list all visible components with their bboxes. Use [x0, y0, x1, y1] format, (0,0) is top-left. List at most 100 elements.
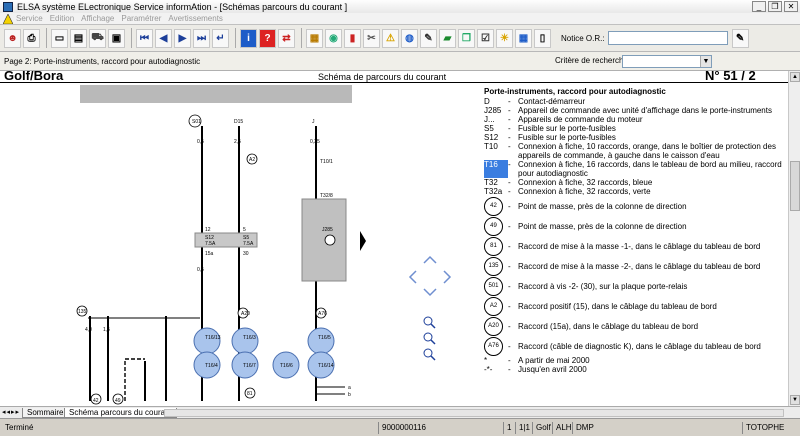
clipboard-icon[interactable]: ▯ [534, 28, 551, 48]
chevron-down-icon[interactable]: ▼ [700, 56, 711, 67]
help-icon[interactable]: ? [259, 28, 276, 48]
status-page: 1 [503, 422, 511, 434]
wire-size-3: 0,35 [310, 139, 320, 145]
scroll-thumb[interactable] [790, 161, 800, 211]
legend-item-selected[interactable]: T16- Connexion à fiche, 16 raccords, dans… [484, 160, 784, 178]
car-icon[interactable]: ⛟ [89, 28, 106, 48]
scroll-up-icon[interactable]: ▲ [790, 72, 800, 82]
menu-service[interactable]: Service [16, 14, 43, 23]
edit-notice-icon[interactable]: ✎ [731, 28, 749, 48]
vehicle-icon[interactable]: ▣ [108, 28, 125, 48]
checklist-icon[interactable]: ☑ [477, 28, 494, 48]
wire-size-5: 4,0 [85, 327, 92, 333]
label-s01: S01 [192, 119, 201, 125]
book-icon[interactable]: ▮ [344, 28, 361, 48]
status-model: Golf [532, 422, 551, 434]
vertical-scrollbar[interactable]: ▲ ▼ [788, 71, 800, 406]
horizontal-scrollbar[interactable] [164, 409, 784, 417]
document-icon[interactable]: ▤ [70, 28, 87, 48]
return-icon[interactable]: ↵ [212, 28, 229, 48]
label-49: 49 [115, 398, 121, 404]
legend-ground-item: A76- Raccord (câble de diagnostic K), dan… [484, 336, 784, 356]
label-j285: J285 [322, 227, 333, 233]
notice-label: Notice O.R.: [561, 33, 605, 43]
zoom-fit-icon[interactable] [423, 348, 436, 361]
next-diagram-arrow-icon[interactable] [360, 231, 366, 251]
label-fuse-s12-rating: 7.5A [205, 241, 216, 247]
zoom-in-icon[interactable] [423, 316, 436, 329]
label-t32-8: T32/8 [320, 193, 333, 199]
page-info: Page 2: Porte-instruments, raccord pour … [4, 56, 201, 66]
label-135: 135 [78, 309, 87, 315]
label-a20: A20 [241, 311, 250, 317]
legend-ground-item: 42- Point de masse, près de la colonne de… [484, 196, 784, 216]
label-t16-5: T16/5 [318, 335, 331, 341]
label-t16-3: T16/3 [243, 335, 256, 341]
zoom-out-icon[interactable] [423, 332, 436, 345]
legend-ground-item: 135- Raccord de mise à la masse -2-, dans… [484, 256, 784, 276]
legend-item: S12- Fusible sur le porte-fusibles [484, 133, 616, 142]
label-fuse-s5-rating: 7.5A [243, 241, 254, 247]
print-icon[interactable]: ⎙ [23, 28, 40, 48]
warning-icon [3, 13, 13, 24]
parts-icon[interactable]: ▦ [306, 28, 323, 48]
user-icon[interactable]: ☻ [4, 28, 21, 48]
notice-input[interactable] [607, 31, 728, 45]
menu-edition[interactable]: Edition [50, 14, 74, 23]
globe-icon[interactable]: ◍ [401, 28, 418, 48]
container-icon[interactable]: ◉ [325, 28, 342, 48]
legend-ground-item: 501- Raccord à vis -2- (30), sur la plaqu… [484, 276, 784, 296]
green-book-icon[interactable]: ▰ [439, 28, 456, 48]
swap-icon[interactable]: ⇄ [278, 28, 295, 48]
menu-avertissements[interactable]: Avertissements [168, 14, 223, 23]
pin-30: 30 [243, 251, 249, 257]
first-page-icon[interactable]: ⏮ [136, 28, 153, 48]
legend-note: -*- - Jusqu'en avril 2000 [484, 365, 587, 374]
status-text: Terminé [5, 423, 34, 432]
tab-nav-arrows-icon[interactable]: ◂◂▸▸ [2, 408, 20, 416]
scroll-down-icon[interactable]: ▼ [790, 395, 800, 405]
page-info-bar: Page 2: Porte-instruments, raccord pour … [0, 52, 800, 71]
last-page-icon[interactable]: ⏭ [193, 28, 210, 48]
document-viewer[interactable]: Golf/Bora Schéma de parcours du courant … [0, 71, 788, 406]
new-document-icon[interactable]: ▭ [51, 28, 68, 48]
toolbar-separator [46, 28, 47, 48]
search-criteria-select[interactable]: ▼ [622, 55, 712, 68]
window-controls: _ ❐ ✕ [752, 1, 798, 12]
close-icon[interactable]: ✕ [784, 1, 798, 12]
wire-size-4: 0,5 [197, 267, 204, 273]
tab-bar: ◂◂▸▸ Sommaire Schéma parcours du courant [0, 406, 800, 418]
status-engine-1: ALH [552, 422, 572, 434]
minimize-icon[interactable]: _ [752, 1, 766, 12]
pan-controls[interactable] [408, 255, 452, 297]
previous-page-icon[interactable]: ◀ [155, 28, 172, 48]
tools-icon[interactable]: ✂ [363, 28, 380, 48]
pin-15a: 15a [205, 251, 214, 257]
alert-icon[interactable]: ⚠ [382, 28, 399, 48]
legend-item: J285- Appareil de commande avec unité d'a… [484, 106, 772, 115]
legend-ground-item: 81- Raccord de mise à la masse -1-, dans … [484, 236, 784, 256]
j285-module [301, 198, 347, 282]
title-bar: ELSA système ELectronique Service inform… [0, 0, 800, 13]
label-t16-7: T16/7 [243, 363, 256, 369]
restore-icon[interactable]: ❐ [768, 1, 782, 12]
legend-ground-item: 49- Point de masse, près de la colonne de… [484, 216, 784, 236]
app-icon [3, 1, 13, 12]
menu-parametrer[interactable]: Paramétrer [121, 14, 161, 23]
menu-affichage[interactable]: Affichage [81, 14, 114, 23]
bulb-icon[interactable]: ☀ [496, 28, 513, 48]
note-icon[interactable]: ✎ [420, 28, 437, 48]
label-j: J [312, 119, 315, 125]
legend-item: D - Contact-démarreur [484, 97, 586, 106]
next-page-icon[interactable]: ▶ [174, 28, 191, 48]
legend-item: S5- Fusible sur le porte-fusibles [484, 124, 616, 133]
info-icon[interactable]: i [240, 28, 257, 48]
documents-icon[interactable]: ❐ [458, 28, 475, 48]
tab-schema[interactable]: Schéma parcours du courant [64, 408, 177, 418]
legend-title: Porte-instruments, raccord pour autodiag… [484, 87, 666, 96]
legend-item: T10- Connexion à fiche, 10 raccords, oran… [484, 142, 776, 160]
table-icon[interactable]: ▦ [515, 28, 532, 48]
label-b: b [348, 392, 351, 398]
legend-item: T32a - Connexion à fiche, 32 raccords, ver… [484, 187, 651, 196]
tab-sommaire[interactable]: Sommaire [22, 408, 69, 418]
